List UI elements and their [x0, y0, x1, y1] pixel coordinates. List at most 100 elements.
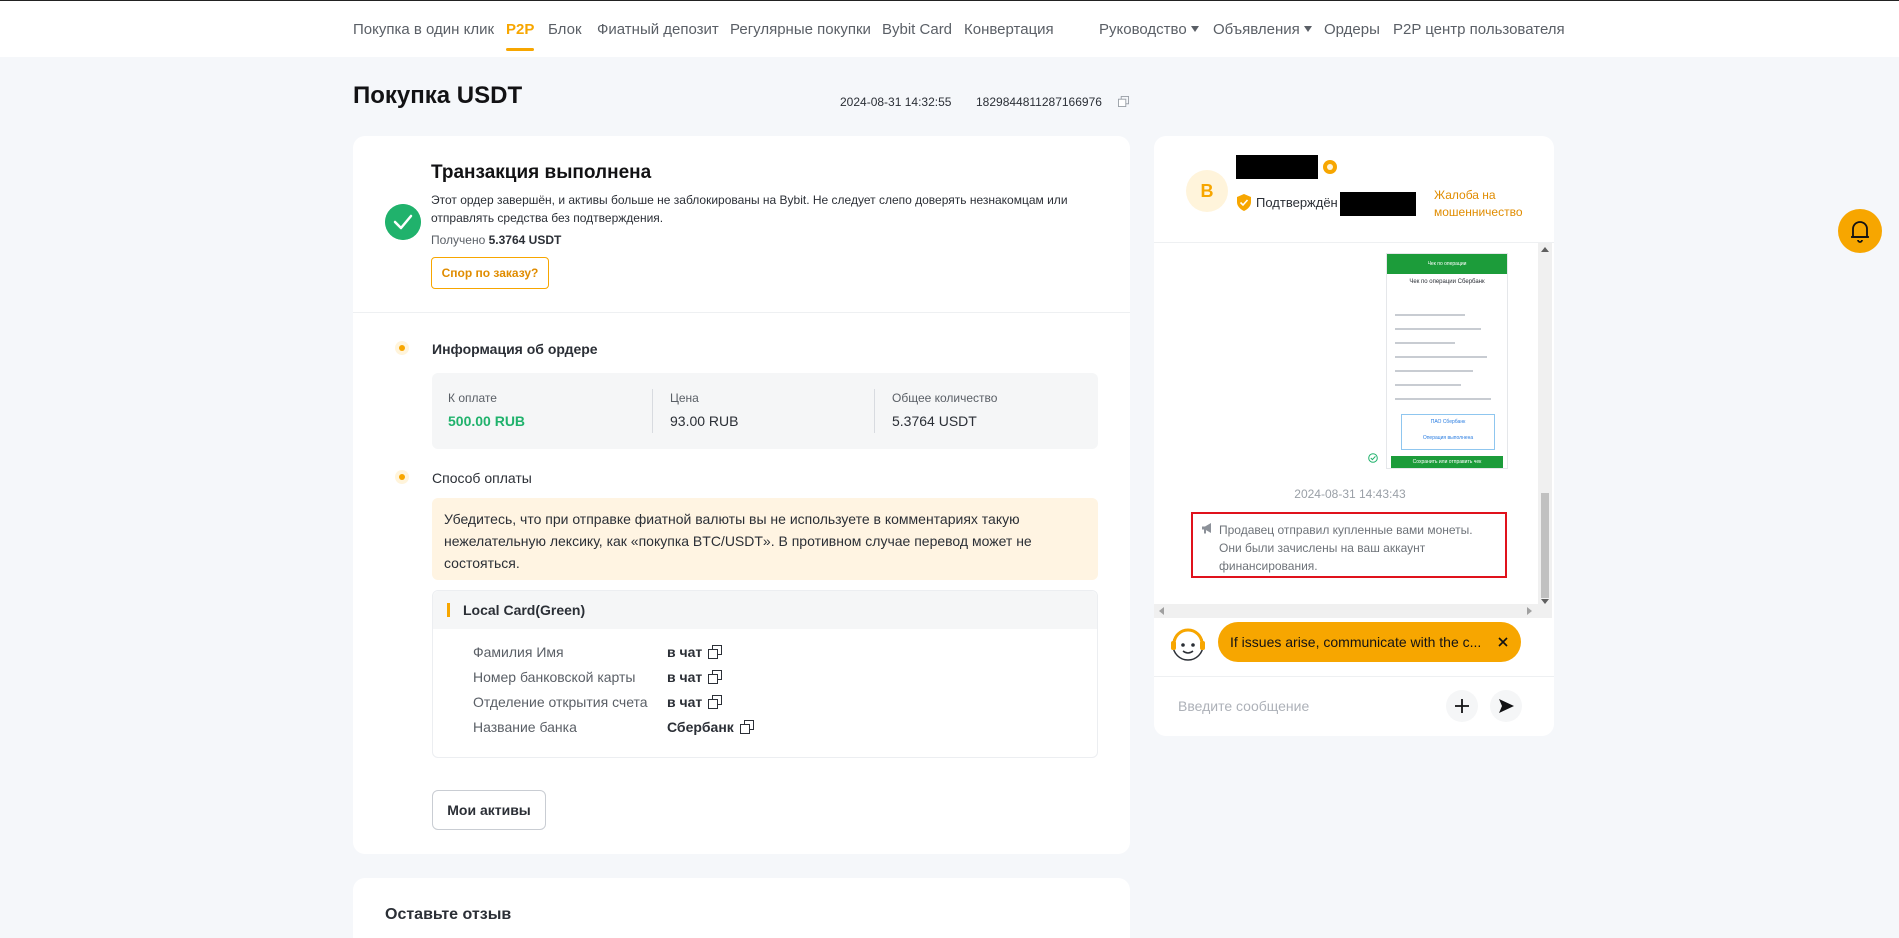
- scroll-up-icon[interactable]: [1541, 247, 1549, 252]
- receipt-image[interactable]: Чек по операции Чек по операции Сбербанк…: [1386, 253, 1508, 469]
- avatar: B: [1186, 170, 1228, 212]
- copy-icon[interactable]: [708, 695, 723, 709]
- full-name-label: Фамилия Имя: [473, 644, 564, 660]
- receipt-line: [1395, 314, 1465, 316]
- order-card: Транзакция выполнена Этот ордер завершён…: [353, 136, 1130, 854]
- scrollbar-thumb[interactable]: [1541, 493, 1549, 598]
- receipt-stamp-bank: ПАО Сбербанк: [1430, 419, 1466, 425]
- system-message-text: Продавец отправил купленные вами монеты.…: [1219, 523, 1473, 573]
- review-card: Оставьте отзыв: [353, 878, 1130, 938]
- transaction-status-title: Транзакция выполнена: [431, 162, 652, 183]
- copy-icon[interactable]: [708, 670, 723, 684]
- top-nav: Покупка в один клик P2P Блок Фиатный деп…: [0, 0, 1899, 57]
- step-dot-icon: [395, 470, 409, 484]
- received-label: Получено: [431, 233, 486, 247]
- page-title: Покупка USDT: [353, 82, 523, 109]
- bank-name-text: Сбербанк: [667, 719, 734, 735]
- branch-label: Отделение открытия счета: [473, 694, 648, 710]
- vertical-scrollbar[interactable]: [1538, 243, 1552, 618]
- copy-icon[interactable]: [708, 645, 723, 659]
- chat-panel: B Подтверждён : Жалоба на мошенничество …: [1154, 136, 1554, 736]
- review-title: Оставьте отзыв: [385, 906, 512, 923]
- my-assets-button[interactable]: Мои активы: [432, 790, 546, 830]
- total-label: Общее количество: [892, 391, 998, 405]
- caret-down-icon: [1303, 26, 1312, 32]
- card-number-label: Номер банковской карты: [473, 669, 636, 685]
- close-icon[interactable]: [1495, 634, 1511, 650]
- full-name-value: в чат: [667, 644, 723, 660]
- transaction-status-description: Этот ордер завершён, и активы больше не …: [431, 193, 1068, 225]
- copy-icon[interactable]: [1118, 96, 1129, 107]
- receipt-line: [1395, 398, 1491, 400]
- scroll-down-icon[interactable]: [1541, 599, 1549, 604]
- nav-item-guide[interactable]: Руководство: [1099, 21, 1199, 38]
- nav-item-convert[interactable]: Конвертация: [964, 21, 1054, 38]
- assistant-bot-icon: [1171, 628, 1205, 661]
- verified-label: Подтверждён :: [1256, 195, 1345, 210]
- step-dot-icon: [395, 341, 409, 355]
- nav-item-guide-label: Руководство: [1099, 21, 1187, 38]
- horizontal-scrollbar[interactable]: [1154, 604, 1538, 618]
- bank-name-label: Название банка: [473, 719, 577, 735]
- redacted-verification: [1340, 192, 1416, 216]
- order-info-title: Информация об ордере: [432, 341, 598, 357]
- receipt-line: [1395, 384, 1461, 386]
- support-hint[interactable]: If issues arise, communicate with the c.…: [1218, 622, 1521, 662]
- nav-item-one-click-buy[interactable]: Покупка в один клик: [353, 21, 494, 38]
- payment-method-name: Local Card(Green): [463, 602, 586, 618]
- payment-method-box: Local Card(Green) Фамилия Имя в чат Номе…: [432, 590, 1098, 758]
- to-pay-value: 500.00 RUB: [448, 413, 526, 429]
- chat-messages[interactable]: Чек по операции Чек по операции Сбербанк…: [1154, 243, 1554, 618]
- bank-name-value: Сбербанк: [667, 719, 754, 735]
- payment-method-header: Local Card(Green): [433, 591, 1097, 629]
- plus-icon: [1455, 699, 1469, 713]
- receipt-save-button: Сохранить или отправить чек: [1391, 456, 1503, 468]
- divider: [1154, 676, 1554, 677]
- separator: [652, 389, 653, 433]
- divider: [353, 312, 1130, 313]
- separator: [874, 389, 875, 433]
- receipt-line: [1395, 370, 1473, 372]
- dispute-button[interactable]: Спор по заказу?: [431, 257, 549, 289]
- full-name-text: в чат: [667, 644, 703, 660]
- nav-item-recurring-buy[interactable]: Регулярные покупки: [730, 21, 871, 38]
- total-value: 5.3764 USDT: [892, 413, 977, 429]
- message-input[interactable]: [1178, 686, 1438, 726]
- notifications-button[interactable]: [1838, 209, 1882, 253]
- accent-bar: [447, 603, 450, 617]
- to-pay-label: К оплате: [448, 391, 497, 405]
- order-id: 1829844811287166976: [976, 95, 1102, 109]
- check-circle-icon: [385, 204, 421, 240]
- payment-warning: Убедитесь, что при отправке фиатной валю…: [432, 498, 1098, 580]
- price-value: 93.00 RUB: [670, 413, 739, 429]
- order-timestamp: 2024-08-31 14:32:55: [840, 95, 952, 109]
- system-message: Продавец отправил купленные вами монеты.…: [1191, 512, 1507, 578]
- receipt-title: Чек по операции Сбербанк: [1409, 279, 1485, 285]
- send-icon: [1499, 699, 1514, 713]
- copy-icon[interactable]: [739, 720, 754, 734]
- send-button[interactable]: [1490, 690, 1522, 722]
- nav-item-bybit-card[interactable]: Bybit Card: [882, 21, 952, 38]
- order-info-box: К оплате 500.00 RUB Цена 93.00 RUB Общее…: [432, 373, 1098, 449]
- report-fraud-link[interactable]: Жалоба на мошенничество: [1434, 187, 1544, 221]
- nav-item-ads[interactable]: Объявления: [1213, 21, 1312, 38]
- payment-method-title: Способ оплаты: [432, 470, 532, 486]
- card-number-text: в чат: [667, 669, 703, 685]
- received-value: 5.3764 USDT: [488, 233, 562, 247]
- scroll-right-icon[interactable]: [1527, 607, 1532, 615]
- megaphone-icon: [1202, 523, 1211, 534]
- receipt-line: [1395, 342, 1455, 344]
- receipt-stamp-status: Операция выполнена: [1422, 435, 1474, 441]
- message-read-icon: [1368, 453, 1378, 463]
- nav-item-block[interactable]: Блок: [548, 21, 582, 38]
- attach-button[interactable]: [1446, 690, 1478, 722]
- nav-item-fiat-deposit[interactable]: Фиатный депозит: [597, 21, 719, 38]
- scroll-left-icon[interactable]: [1159, 607, 1164, 615]
- nav-item-ads-label: Объявления: [1213, 21, 1300, 38]
- price-label: Цена: [670, 391, 699, 405]
- nav-item-p2p[interactable]: P2P: [506, 21, 535, 51]
- support-hint-text: If issues arise, communicate with the c.…: [1230, 634, 1482, 650]
- branch-text: в чат: [667, 694, 703, 710]
- nav-item-p2p-user-center[interactable]: P2P центр пользователя: [1393, 21, 1565, 38]
- nav-item-orders[interactable]: Ордеры: [1324, 21, 1380, 38]
